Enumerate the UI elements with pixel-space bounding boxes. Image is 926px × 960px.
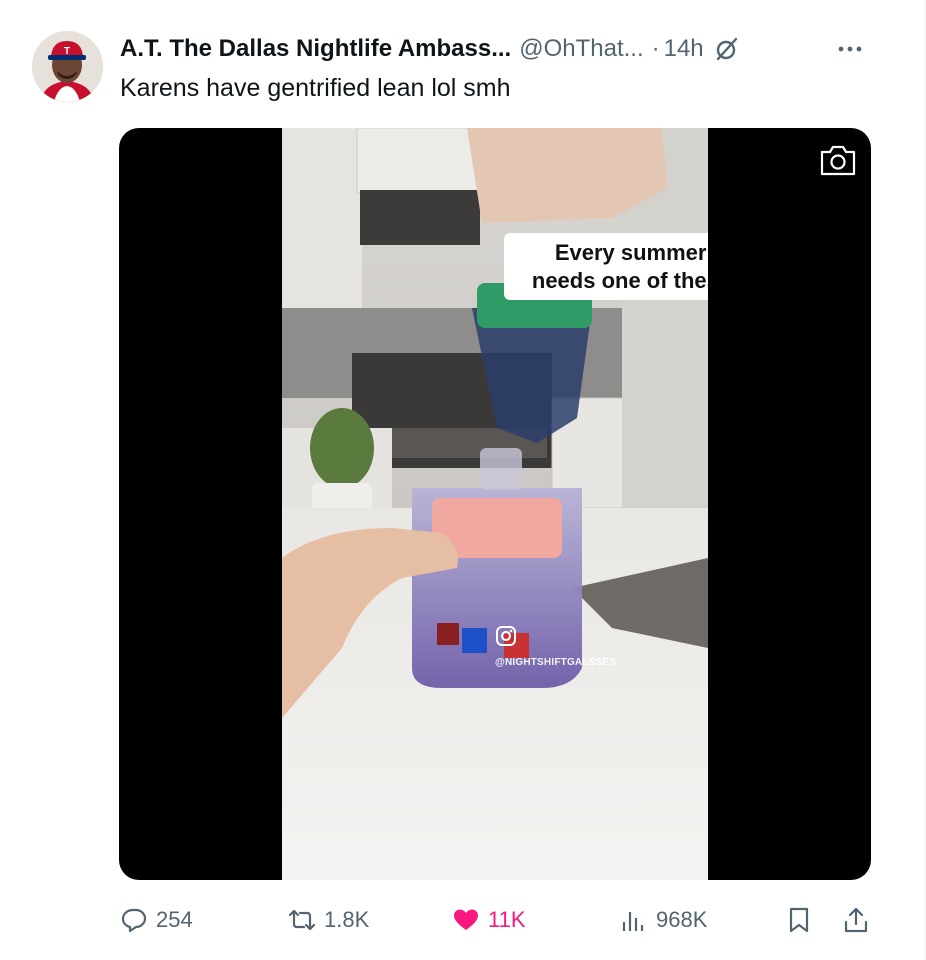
grok-icon[interactable] [714,36,740,62]
bookmark-icon[interactable] [785,906,813,934]
separator-dot: · [651,35,660,62]
tweet-text: Karens have gentrified lean lol smh [120,74,511,102]
action-bar: 254 1.8K 11K 968K [0,898,926,942]
caption-line-2: needs one of these 😳🏝 [531,268,708,293]
views-button[interactable]: 968K [620,898,707,942]
video-player[interactable]: Every summer mom needs one of these 😳🏝 @… [119,128,871,880]
reply-count: 254 [156,907,193,932]
author-avatar[interactable]: T [32,31,103,102]
svg-text:T: T [64,46,70,57]
instagram-icon [495,625,517,647]
video-watermark: @NIGHTSHIFTGALSSES [495,657,617,668]
like-button[interactable]: 11K [452,898,526,942]
repost-button[interactable]: 1.8K [288,898,369,942]
video-caption: Every summer mom needs one of these 😳🏝 [504,233,708,300]
heart-icon [454,909,478,930]
repost-icon [288,909,316,931]
views-count: 968K [656,907,708,932]
like-count: 11K [488,907,526,932]
tweet-header: A.T. The Dallas Nightlife Ambass... @OhT… [120,34,740,64]
author-name[interactable]: A.T. The Dallas Nightlife Ambass... [120,34,511,64]
repost-count: 1.8K [324,907,370,932]
more-icon[interactable] [833,34,867,64]
camera-icon[interactable] [818,142,858,178]
tweet-card[interactable]: T A.T. The Dallas Nightlife Ambass... @O… [0,0,926,960]
video-frame[interactable]: Every summer mom needs one of these 😳🏝 @… [282,128,708,880]
reply-button[interactable]: 254 [120,898,193,942]
author-handle[interactable]: @OhThat... [519,34,643,64]
timestamp[interactable]: 14h [664,34,704,64]
views-icon [622,912,644,931]
reply-icon [121,908,147,933]
caption-line-1: Every summer mom [554,240,708,265]
share-icon[interactable] [842,906,870,934]
